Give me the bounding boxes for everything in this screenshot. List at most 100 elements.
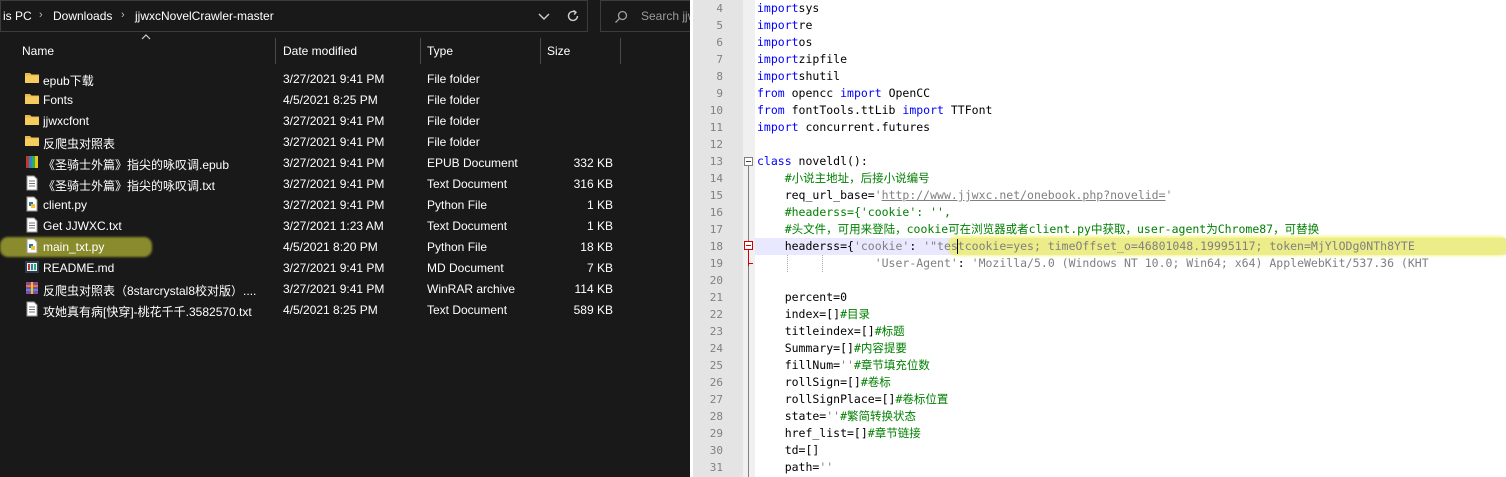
file-name: 反爬虫对照表（8starcrystal8校对版）....	[43, 284, 257, 298]
file-row[interactable]: main_txt.py 4/5/2021 8:20 PM Python File 18…	[0, 236, 620, 257]
file-row[interactable]: epub下载 3/27/2021 9:41 PM File folder	[0, 68, 620, 89]
file-row[interactable]: client.py 3/27/2021 9:41 PM Python File 1 K…	[0, 194, 620, 215]
code-line[interactable]: #headerss={'cookie': '',	[757, 204, 951, 221]
file-type: Python File	[427, 240, 488, 254]
file-size: 1 KB	[586, 198, 613, 212]
code-token-cm: #卷标	[860, 375, 891, 389]
column-header-type[interactable]: Type	[427, 44, 453, 58]
file-row[interactable]: 《圣骑士外篇》指尖的咏叹调.epub 3/27/2021 9:41 PM EPUB …	[0, 152, 620, 173]
breadcrumb-current-folder[interactable]: jjwxcNovelCrawler-master	[135, 9, 274, 23]
code-line[interactable]: #小说主地址，后接小说编号	[757, 170, 930, 187]
file-type: MD Document	[427, 261, 504, 275]
code-line[interactable]: importsys	[757, 0, 819, 17]
file-row[interactable]: README.md 3/27/2021 9:41 PM MD Document 7 K…	[0, 257, 620, 278]
text-file-icon	[24, 301, 40, 317]
code-token-str: ''	[826, 409, 841, 423]
text-file-icon	[24, 175, 40, 191]
fold-toggle-icon[interactable]	[744, 241, 753, 250]
code-token-kw: import	[902, 103, 944, 117]
code-line[interactable]: #头文件，可用来登陆，cookie可在浏览器或者client.py中获取，use…	[757, 221, 1319, 238]
file-row[interactable]: jjwxcfont 3/27/2021 9:41 PM File folder	[0, 110, 620, 131]
code-token: zipfile	[798, 52, 848, 66]
line-number: 15	[709, 189, 723, 202]
breadcrumb-this-pc[interactable]: is PC	[3, 9, 32, 23]
code-token-url: http://www.jjwxc.net/onebook.php?novelid…	[881, 188, 1166, 202]
fold-margin	[743, 0, 755, 477]
code-line[interactable]: titleindex=[]#标题	[757, 323, 905, 340]
file-row[interactable]: Get JJWXC.txt 3/27/2021 1:23 AM Text Docum…	[0, 215, 620, 236]
file-type: EPUB Document	[427, 156, 518, 170]
file-row[interactable]: Fonts 4/5/2021 8:25 PM File folder	[0, 89, 620, 110]
file-row[interactable]: 反爬虫对照表 3/27/2021 9:41 PM File folder	[0, 131, 620, 152]
search-input[interactable]: Search jjwx	[641, 9, 690, 23]
file-size: 18 KB	[580, 240, 613, 254]
column-header-name[interactable]: Name	[22, 44, 54, 58]
line-number: 30	[709, 444, 723, 457]
file-type: File folder	[427, 72, 480, 86]
code-line[interactable]: 'User-Agent': 'Mozilla/5.0 (Windows NT 1…	[757, 255, 1429, 272]
column-divider[interactable]	[420, 38, 421, 64]
code-line[interactable]: rollSign=[]#卷标	[757, 374, 891, 391]
code-line[interactable]: index=[]#目录	[757, 306, 870, 323]
column-divider[interactable]	[540, 38, 541, 64]
code-line[interactable]: headerss={'cookie': '"testcookie=yes; ti…	[757, 238, 1415, 255]
file-size: 114 KB	[574, 282, 613, 296]
code-line[interactable]: importshutil	[757, 68, 840, 85]
text-file-icon	[24, 217, 40, 233]
code-line[interactable]: importos	[757, 34, 812, 51]
code-line[interactable]: rollSignPlace=[]#卷标位置	[757, 391, 949, 408]
line-number: 31	[709, 461, 723, 474]
chevron-down-icon[interactable]	[535, 7, 553, 25]
code-line[interactable]: td=[]	[757, 442, 820, 459]
code-token-kw: import	[757, 69, 799, 83]
file-row[interactable]: 攻她真有病[快穿]-桃花千千.3582570.txt 4/5/2021 8:25 …	[0, 299, 620, 320]
line-number: 17	[709, 223, 723, 236]
breadcrumb-downloads[interactable]: Downloads	[53, 9, 112, 23]
file-name: 《圣骑士外篇》指尖的咏叹调.txt	[43, 179, 216, 193]
code-line[interactable]: importzipfile	[757, 51, 847, 68]
code-token: td=[]	[757, 443, 820, 457]
code-token: :	[957, 256, 972, 270]
refresh-icon[interactable]	[564, 7, 582, 25]
column-header-date[interactable]: Date modified	[283, 44, 357, 58]
code-line[interactable]: import concurrent.futures	[757, 119, 930, 136]
column-header-row: Name Date modified Type Size	[0, 36, 690, 64]
code-token: noveldl():	[791, 154, 868, 168]
code-line[interactable]: importre	[757, 17, 812, 34]
code-line[interactable]: from fontTools.ttLib import TTFont	[757, 102, 992, 119]
code-token-kw: from	[757, 103, 785, 117]
code-line[interactable]: percent=0	[757, 289, 847, 306]
code-line[interactable]: path=''	[757, 459, 833, 476]
code-line[interactable]: req_url_base='http://www.jjwxc.net/onebo…	[757, 187, 1173, 204]
file-date-modified: 4/5/2021 8:25 PM	[283, 303, 378, 317]
code-token: percent=	[757, 290, 841, 304]
file-row[interactable]: 反爬虫对照表（8starcrystal8校对版）.... 3/27/2021 9:…	[0, 278, 620, 299]
file-type: Text Document	[427, 303, 508, 317]
file-name: Get JJWXC.txt	[43, 219, 122, 233]
indent-guide	[822, 255, 824, 272]
fold-toggle-icon[interactable]	[744, 157, 753, 166]
file-row[interactable]: 《圣骑士外篇》指尖的咏叹调.txt 3/27/2021 9:41 PM Text D…	[0, 173, 620, 194]
file-type: Text Document	[427, 219, 508, 233]
file-type: Python File	[427, 198, 488, 212]
code-line[interactable]: class noveldl():	[757, 153, 868, 170]
code-line[interactable]: fillNum=''#章节填充位数	[757, 357, 930, 374]
code-token: rollSign=[]	[757, 375, 861, 389]
code-line[interactable]: Summary=[]#内容提要	[757, 340, 907, 357]
code-line[interactable]: from opencc import OpenCC	[757, 85, 930, 102]
file-date-modified: 3/27/2021 9:41 PM	[283, 177, 385, 191]
code-token-kw: from	[757, 86, 785, 100]
code-token-kw: import	[757, 1, 799, 15]
code-line[interactable]: state=''#繁简转换状态	[757, 408, 916, 425]
code-line[interactable]: href_list=[]#章节链接	[757, 425, 921, 442]
column-divider[interactable]	[275, 38, 276, 64]
breadcrumb-chevron-icon[interactable]: ›	[121, 9, 125, 21]
python-file-icon	[24, 196, 40, 212]
column-header-size[interactable]: Size	[547, 44, 570, 58]
column-divider[interactable]	[620, 38, 621, 64]
search-box[interactable]: Search jjwx	[600, 0, 690, 32]
address-bar[interactable]: is PC › Downloads › jjwxcNovelCrawler-ma…	[0, 0, 588, 32]
breadcrumb-chevron-icon[interactable]: ›	[39, 9, 43, 21]
